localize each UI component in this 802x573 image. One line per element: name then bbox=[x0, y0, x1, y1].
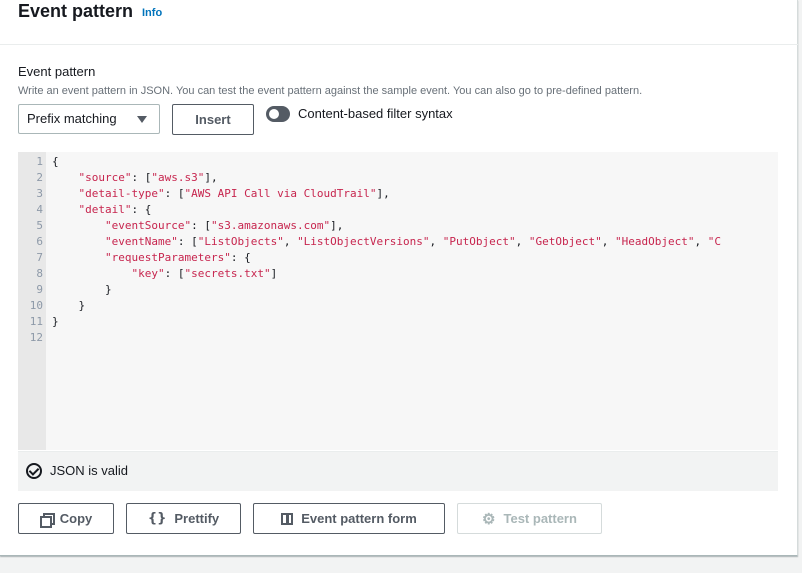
line-number: 6 bbox=[36, 235, 43, 248]
code-line: "key": ["secrets.txt"] bbox=[131, 267, 278, 280]
page-title: Event pattern bbox=[18, 1, 134, 21]
check-circle-icon bbox=[26, 463, 42, 479]
test-label: Test pattern bbox=[503, 511, 577, 526]
panel-header: Event pattern Info bbox=[0, 0, 798, 45]
copy-button[interactable]: Copy bbox=[18, 503, 114, 534]
code-line: "eventName": ["ListObjects", "ListObject… bbox=[104, 235, 721, 248]
line-number: 5 bbox=[36, 219, 43, 232]
code-line: } bbox=[52, 315, 59, 328]
json-editor[interactable]: 1 2 3 4 5 6 7 8 9 10 11 12 { "source": ["aws.s3"], … bbox=[18, 152, 778, 450]
content-filter-toggle[interactable] bbox=[266, 106, 290, 122]
caret-down-icon bbox=[137, 116, 147, 123]
event-pattern-panel: Event pattern Info Event pattern Write a… bbox=[0, 0, 798, 556]
test-pattern-button[interactable]: ⚙ Test pattern bbox=[457, 503, 602, 534]
event-pattern-form-button[interactable]: Event pattern form bbox=[253, 503, 445, 534]
copy-icon bbox=[39, 512, 55, 528]
code-line: "detail-type": ["AWS API Call via CloudT… bbox=[78, 187, 390, 200]
code-line: "eventSource": ["s3.amazonaws.com"], bbox=[104, 219, 344, 232]
line-number: 10 bbox=[29, 299, 43, 312]
line-number-gutter: 1 2 3 4 5 6 7 8 9 10 11 12 bbox=[18, 152, 46, 450]
line-number: 1 bbox=[36, 155, 43, 168]
insert-button[interactable]: Insert bbox=[172, 104, 254, 135]
copy-label: Copy bbox=[59, 511, 93, 526]
line-number: 12 bbox=[29, 331, 43, 344]
toggle-knob bbox=[269, 109, 279, 119]
form-label: Event pattern form bbox=[301, 511, 417, 526]
prettify-label: Prettify bbox=[174, 511, 220, 526]
code-line: "detail": { bbox=[78, 203, 152, 216]
code-line: "requestParameters": { bbox=[104, 251, 251, 264]
line-number: 7 bbox=[36, 251, 43, 264]
prettify-button[interactable]: {} Prettify bbox=[126, 503, 241, 534]
line-number: 4 bbox=[36, 203, 43, 216]
line-number: 11 bbox=[29, 315, 43, 328]
info-link[interactable]: Info bbox=[142, 7, 162, 19]
validation-status: JSON is valid bbox=[18, 451, 778, 491]
line-number: 8 bbox=[36, 267, 43, 280]
toggle-label: Content-based filter syntax bbox=[298, 106, 453, 121]
code-line: } bbox=[52, 299, 86, 312]
field-label: Event pattern bbox=[18, 64, 96, 79]
gear-icon: ⚙ bbox=[482, 510, 496, 528]
code-line: } bbox=[52, 283, 112, 296]
field-description: Write an event pattern in JSON. You can … bbox=[18, 85, 643, 97]
braces-icon: {} bbox=[147, 511, 167, 526]
code-area[interactable]: { "source": ["aws.s3"], "detail-type": [… bbox=[46, 152, 778, 450]
status-text: JSON is valid bbox=[50, 463, 129, 478]
code-line: "source": ["aws.s3"], bbox=[78, 171, 218, 184]
line-number: 3 bbox=[36, 187, 43, 200]
select-value: Prefix matching bbox=[27, 111, 117, 126]
line-number: 2 bbox=[36, 171, 43, 184]
matching-select[interactable]: Prefix matching bbox=[18, 104, 160, 134]
line-number: 9 bbox=[36, 283, 43, 296]
code-line: { bbox=[52, 155, 59, 168]
form-icon bbox=[281, 512, 294, 525]
